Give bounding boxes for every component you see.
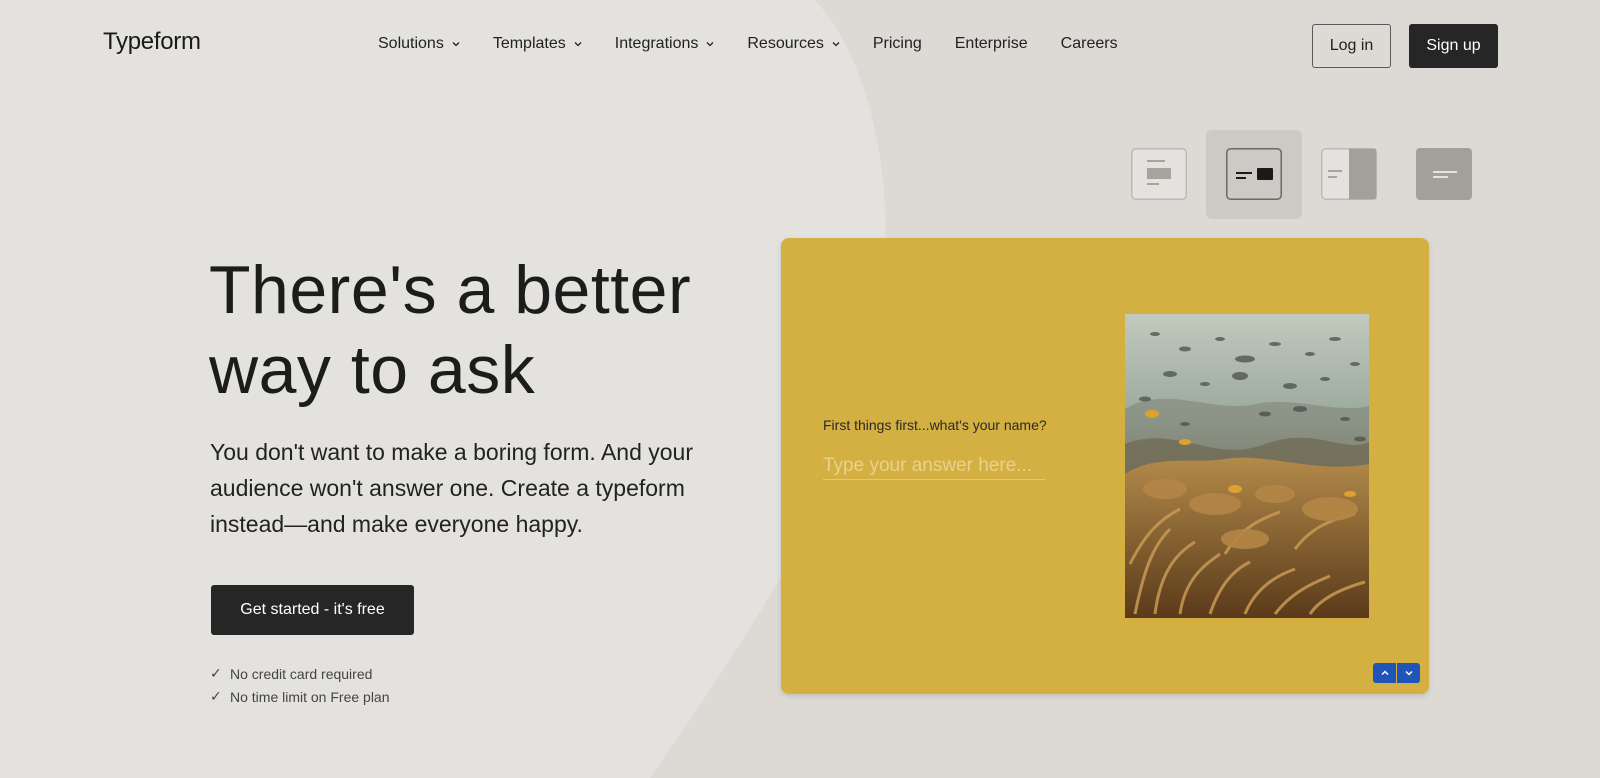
nav-item-label: Integrations	[614, 35, 699, 52]
chevron-down-icon	[832, 42, 840, 47]
checkmark-icon: ✓	[210, 665, 222, 681]
nav-item-label: Enterprise	[954, 35, 1028, 52]
next-question-button[interactable]	[1397, 663, 1420, 683]
signup-button[interactable]: Sign up	[1409, 24, 1498, 68]
nav-item-careers[interactable]: Careers	[1061, 35, 1118, 53]
layout-split-icon[interactable]	[1226, 148, 1282, 200]
chevron-down-icon	[1404, 670, 1413, 676]
chevron-up-icon	[1380, 670, 1389, 676]
nav-item-solutions[interactable]: Solutions	[378, 35, 460, 53]
question-navigation	[1373, 663, 1420, 683]
nav-item-label: Solutions	[378, 35, 444, 52]
check-item-label: No credit card required	[230, 665, 373, 682]
layout-side-panel-icon[interactable]	[1321, 148, 1377, 200]
check-item-label: No time limit on Free plan	[230, 688, 390, 705]
nav-item-label: Careers	[1060, 35, 1118, 52]
chevron-down-icon	[706, 42, 714, 47]
nav-item-integrations[interactable]: Integrations	[615, 35, 715, 53]
nav-item-resources[interactable]: Resources	[747, 35, 840, 53]
nav-item-label: Templates	[492, 35, 566, 52]
chevron-down-icon	[452, 42, 460, 47]
layout-stack-icon[interactable]	[1131, 148, 1187, 200]
checkmark-icon: ✓	[210, 688, 222, 704]
answer-input[interactable]	[823, 452, 1045, 480]
nav-item-templates[interactable]: Templates	[493, 35, 582, 53]
hero-title: There's a better way to ask	[209, 252, 692, 408]
hero-subtitle: You don't want to make a boring form. An…	[210, 439, 693, 537]
form-preview-card: First things first...what's your name?	[781, 238, 1429, 694]
nav-item-label: Resources	[747, 35, 824, 52]
top-navigation: Typeform Solutions Templates Integration…	[0, 0, 1600, 92]
nav-item-enterprise[interactable]: Enterprise	[955, 35, 1028, 53]
nav-item-label: Pricing	[872, 35, 922, 52]
get-started-button[interactable]: Get started - it's free	[211, 585, 414, 635]
previous-question-button[interactable]	[1373, 663, 1396, 683]
check-item: ✓ No credit card required	[210, 662, 390, 685]
typeform-logo[interactable]: Typeform	[103, 28, 201, 56]
layout-full-icon[interactable]	[1416, 148, 1472, 200]
chevron-down-icon	[574, 42, 582, 47]
check-item: ✓ No time limit on Free plan	[210, 685, 390, 708]
form-question: First things first...what's your name?	[823, 417, 1047, 433]
coral-reef-image	[1125, 314, 1369, 618]
feature-checklist: ✓ No credit card required ✓ No time limi…	[210, 662, 390, 708]
login-button[interactable]: Log in	[1312, 24, 1391, 68]
nav-item-pricing[interactable]: Pricing	[873, 35, 922, 53]
main-menu: Solutions Templates Integrations Resourc…	[378, 35, 1151, 53]
